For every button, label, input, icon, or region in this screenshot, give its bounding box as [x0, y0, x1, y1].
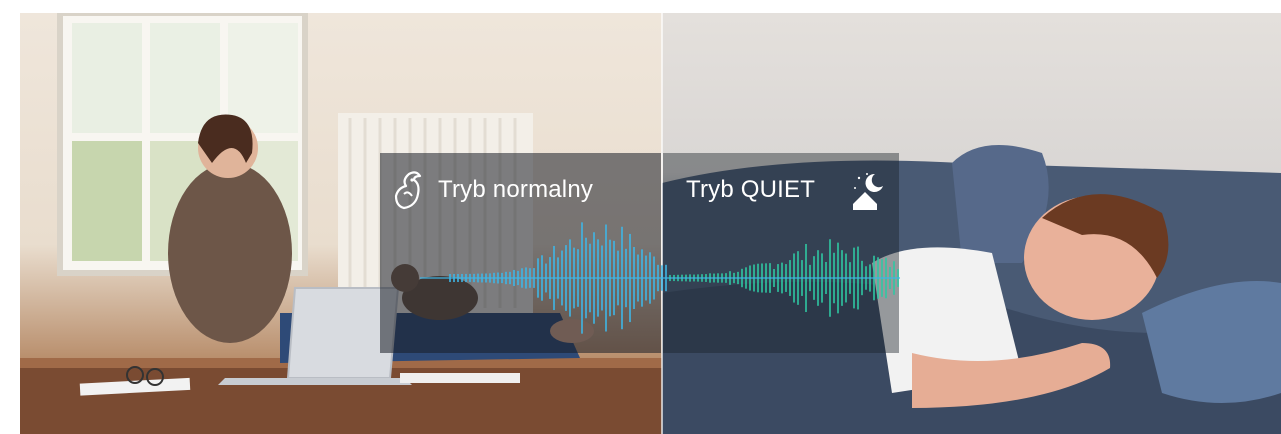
normal-mode-text: Tryb normalny	[438, 176, 594, 203]
normal-mode-label: Tryb normalny	[390, 171, 594, 210]
house-moon-stars-icon	[853, 173, 884, 210]
quiet-mode-label: Tryb QUIET	[686, 173, 887, 210]
rooster-icon	[394, 171, 422, 210]
sound-wave-graphic	[420, 222, 900, 334]
quiet-mode-text: Tryb QUIET	[686, 176, 816, 203]
mode-comparison-banner: Tryb normalny Tryb QUIET	[20, 13, 1281, 434]
